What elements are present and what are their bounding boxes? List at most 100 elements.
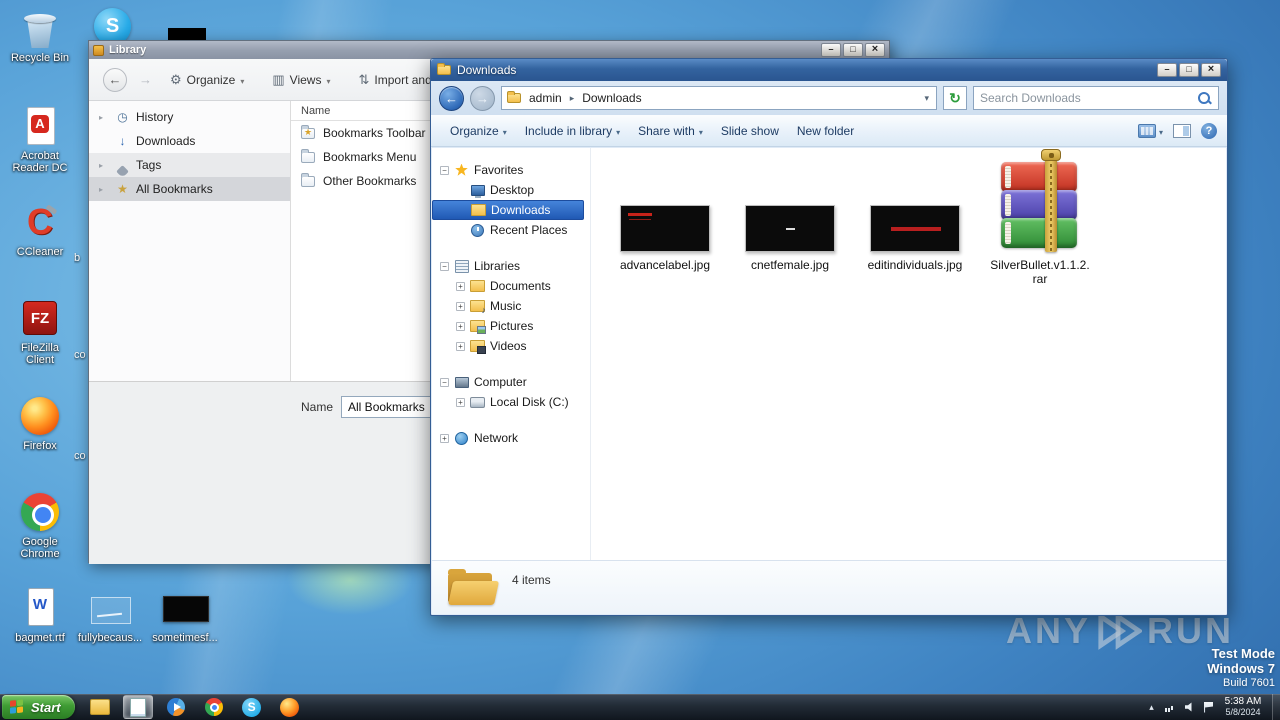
favorites-star-icon (454, 164, 469, 177)
tray-clock[interactable]: 5:38 AM 5/8/2024 (1218, 696, 1272, 718)
explorer-titlebar[interactable]: Downloads (431, 59, 1227, 81)
nav-item-favorites[interactable]: Favorites (432, 160, 590, 180)
tree-expander-icon[interactable] (440, 433, 449, 443)
change-view-button[interactable] (1137, 123, 1163, 138)
acrobat-icon (18, 104, 62, 148)
file-item-silverbullet-v1-1-2-rar[interactable]: SilverBullet.v1.1.2. rar (984, 149, 1096, 286)
nav-item-music[interactable]: Music (432, 296, 590, 316)
hidden-icons-icon[interactable] (1146, 701, 1157, 713)
volume-icon[interactable] (1184, 701, 1195, 713)
taskbar-app-media-player[interactable] (161, 695, 191, 719)
tree-expander-icon[interactable] (456, 341, 465, 351)
library-toolbar-organize-button[interactable]: Organize (164, 70, 250, 90)
start-button[interactable]: Start (2, 695, 75, 719)
nav-item-libraries[interactable]: Libraries (432, 256, 590, 276)
forward-icon[interactable] (470, 85, 495, 111)
nav-item-desktop[interactable]: Desktop (432, 180, 590, 200)
disk-icon (470, 396, 485, 409)
help-icon[interactable] (1201, 122, 1217, 139)
tree-expander-icon[interactable] (456, 397, 465, 407)
search-icon[interactable] (1197, 91, 1212, 106)
back-icon[interactable] (439, 85, 464, 111)
desktop-icon-fullybecaus[interactable]: fullybecaus... (78, 586, 142, 644)
file-name-line: rar (1032, 272, 1048, 286)
file-item-editindividuals-jpg[interactable]: editindividuals.jpg (859, 162, 971, 272)
minimize-button[interactable] (821, 43, 841, 57)
breadcrumb-downloads[interactable]: Downloads (579, 91, 644, 105)
library-titlebar[interactable]: Library (89, 41, 889, 59)
library-sidebar-item-history[interactable]: History (89, 105, 290, 129)
desktop-icon-recycle-bin[interactable]: Recycle Bin (8, 6, 72, 64)
address-dropdown-icon[interactable]: ▾ (924, 93, 931, 104)
show-desktop-button[interactable] (1272, 694, 1280, 720)
anyrun-watermark: ANY RUN (1006, 610, 1234, 652)
nav-item-documents[interactable]: Documents (432, 276, 590, 296)
tree-expander-icon[interactable] (440, 165, 449, 175)
tree-expander-icon[interactable] (440, 377, 449, 387)
refresh-icon[interactable] (943, 86, 967, 110)
desktop-icon-sometimesf[interactable]: sometimesf... (152, 586, 218, 644)
taskbar-app-chrome[interactable] (199, 695, 229, 719)
skype-icon (242, 697, 262, 717)
command-include-in-library[interactable]: Include in library (516, 119, 629, 143)
breadcrumb-admin[interactable]: admin (526, 91, 565, 105)
explorer-status-bar: 4 items (432, 560, 1226, 614)
nav-item-computer[interactable]: Computer (432, 372, 590, 392)
search-box[interactable] (973, 86, 1219, 110)
close-button[interactable] (1201, 63, 1221, 77)
nav-item-pictures[interactable]: Pictures (432, 316, 590, 336)
tree-expander-icon[interactable] (456, 301, 465, 311)
nav-item-network[interactable]: Network (432, 428, 590, 448)
chrome-icon (18, 490, 62, 534)
maximize-button[interactable] (1179, 63, 1199, 77)
windows-flag-icon (10, 699, 25, 715)
library-sidebar-item-tags[interactable]: Tags (89, 153, 290, 177)
forward-icon[interactable] (139, 72, 152, 87)
action-center-icon[interactable] (1203, 701, 1214, 713)
file-item-advancelabel-jpg[interactable]: advancelabel.jpg (609, 162, 721, 272)
command-slide-show[interactable]: Slide show (712, 119, 788, 143)
library-toolbar-views-button[interactable]: Views (266, 70, 336, 90)
address-bar[interactable]: admin ▸ Downloads ▾ (501, 86, 937, 110)
desktop-icon-acrobat[interactable]: Acrobat Reader DC (8, 104, 72, 174)
back-icon[interactable] (103, 67, 127, 92)
file-thumbnail (745, 162, 835, 252)
tree-expander-icon[interactable] (440, 261, 449, 271)
library-sidebar-item-downloads[interactable]: Downloads (89, 129, 290, 153)
nav-item-local-disk-c[interactable]: Local Disk (C:) (432, 392, 590, 412)
file-name-line: editindividuals.jpg (867, 258, 963, 272)
hidden-desktop-label-fragment: co (74, 450, 86, 462)
sidebar-item-label: Tags (136, 158, 162, 172)
desktop-icon-label: FileZilla Client (21, 342, 59, 366)
network-icon[interactable] (1165, 701, 1176, 713)
desktop-icon-ccleaner[interactable]: CCleaner (8, 200, 72, 258)
minimize-button[interactable] (1157, 63, 1177, 77)
nav-item-recent-places[interactable]: Recent Places (432, 220, 590, 240)
desktop-icon-filezilla[interactable]: FileZilla Client (8, 296, 72, 366)
preview-pane-icon[interactable] (1173, 123, 1191, 138)
command-new-folder[interactable]: New folder (788, 119, 863, 143)
maximize-button[interactable] (843, 43, 863, 57)
firefox-icon (18, 394, 62, 438)
taskbar-app-firefox[interactable] (275, 695, 305, 719)
desktop-icon-label: Acrobat Reader DC (12, 150, 68, 174)
desktop-icon-chrome[interactable]: Google Chrome (8, 490, 72, 560)
nav-item-downloads[interactable]: Downloads (432, 200, 584, 220)
library-sidebar-item-all-bookmarks[interactable]: All Bookmarks (89, 177, 290, 201)
other-bookmarks-icon (301, 172, 315, 187)
folder-pic-icon (470, 320, 486, 334)
taskbar-app-skype[interactable] (237, 695, 267, 719)
taskbar-app-explorer[interactable] (85, 695, 115, 719)
desktop-icon-bagmet[interactable]: bagmet.rtf (8, 586, 72, 644)
close-button[interactable] (865, 43, 885, 57)
search-input[interactable] (980, 91, 1191, 105)
desktop-icon-firefox[interactable]: Firefox (8, 394, 72, 452)
command-share-with[interactable]: Share with (629, 119, 712, 143)
taskbar-app-active-app[interactable] (122, 695, 153, 719)
command-organize[interactable]: Organize (441, 119, 516, 143)
file-item-cnetfemale-jpg[interactable]: cnetfemale.jpg (734, 162, 846, 272)
tree-expander-icon[interactable] (456, 281, 465, 291)
nav-item-videos[interactable]: Videos (432, 336, 590, 356)
tree-expander-icon[interactable] (456, 321, 465, 331)
command-label: Organize (450, 123, 499, 138)
